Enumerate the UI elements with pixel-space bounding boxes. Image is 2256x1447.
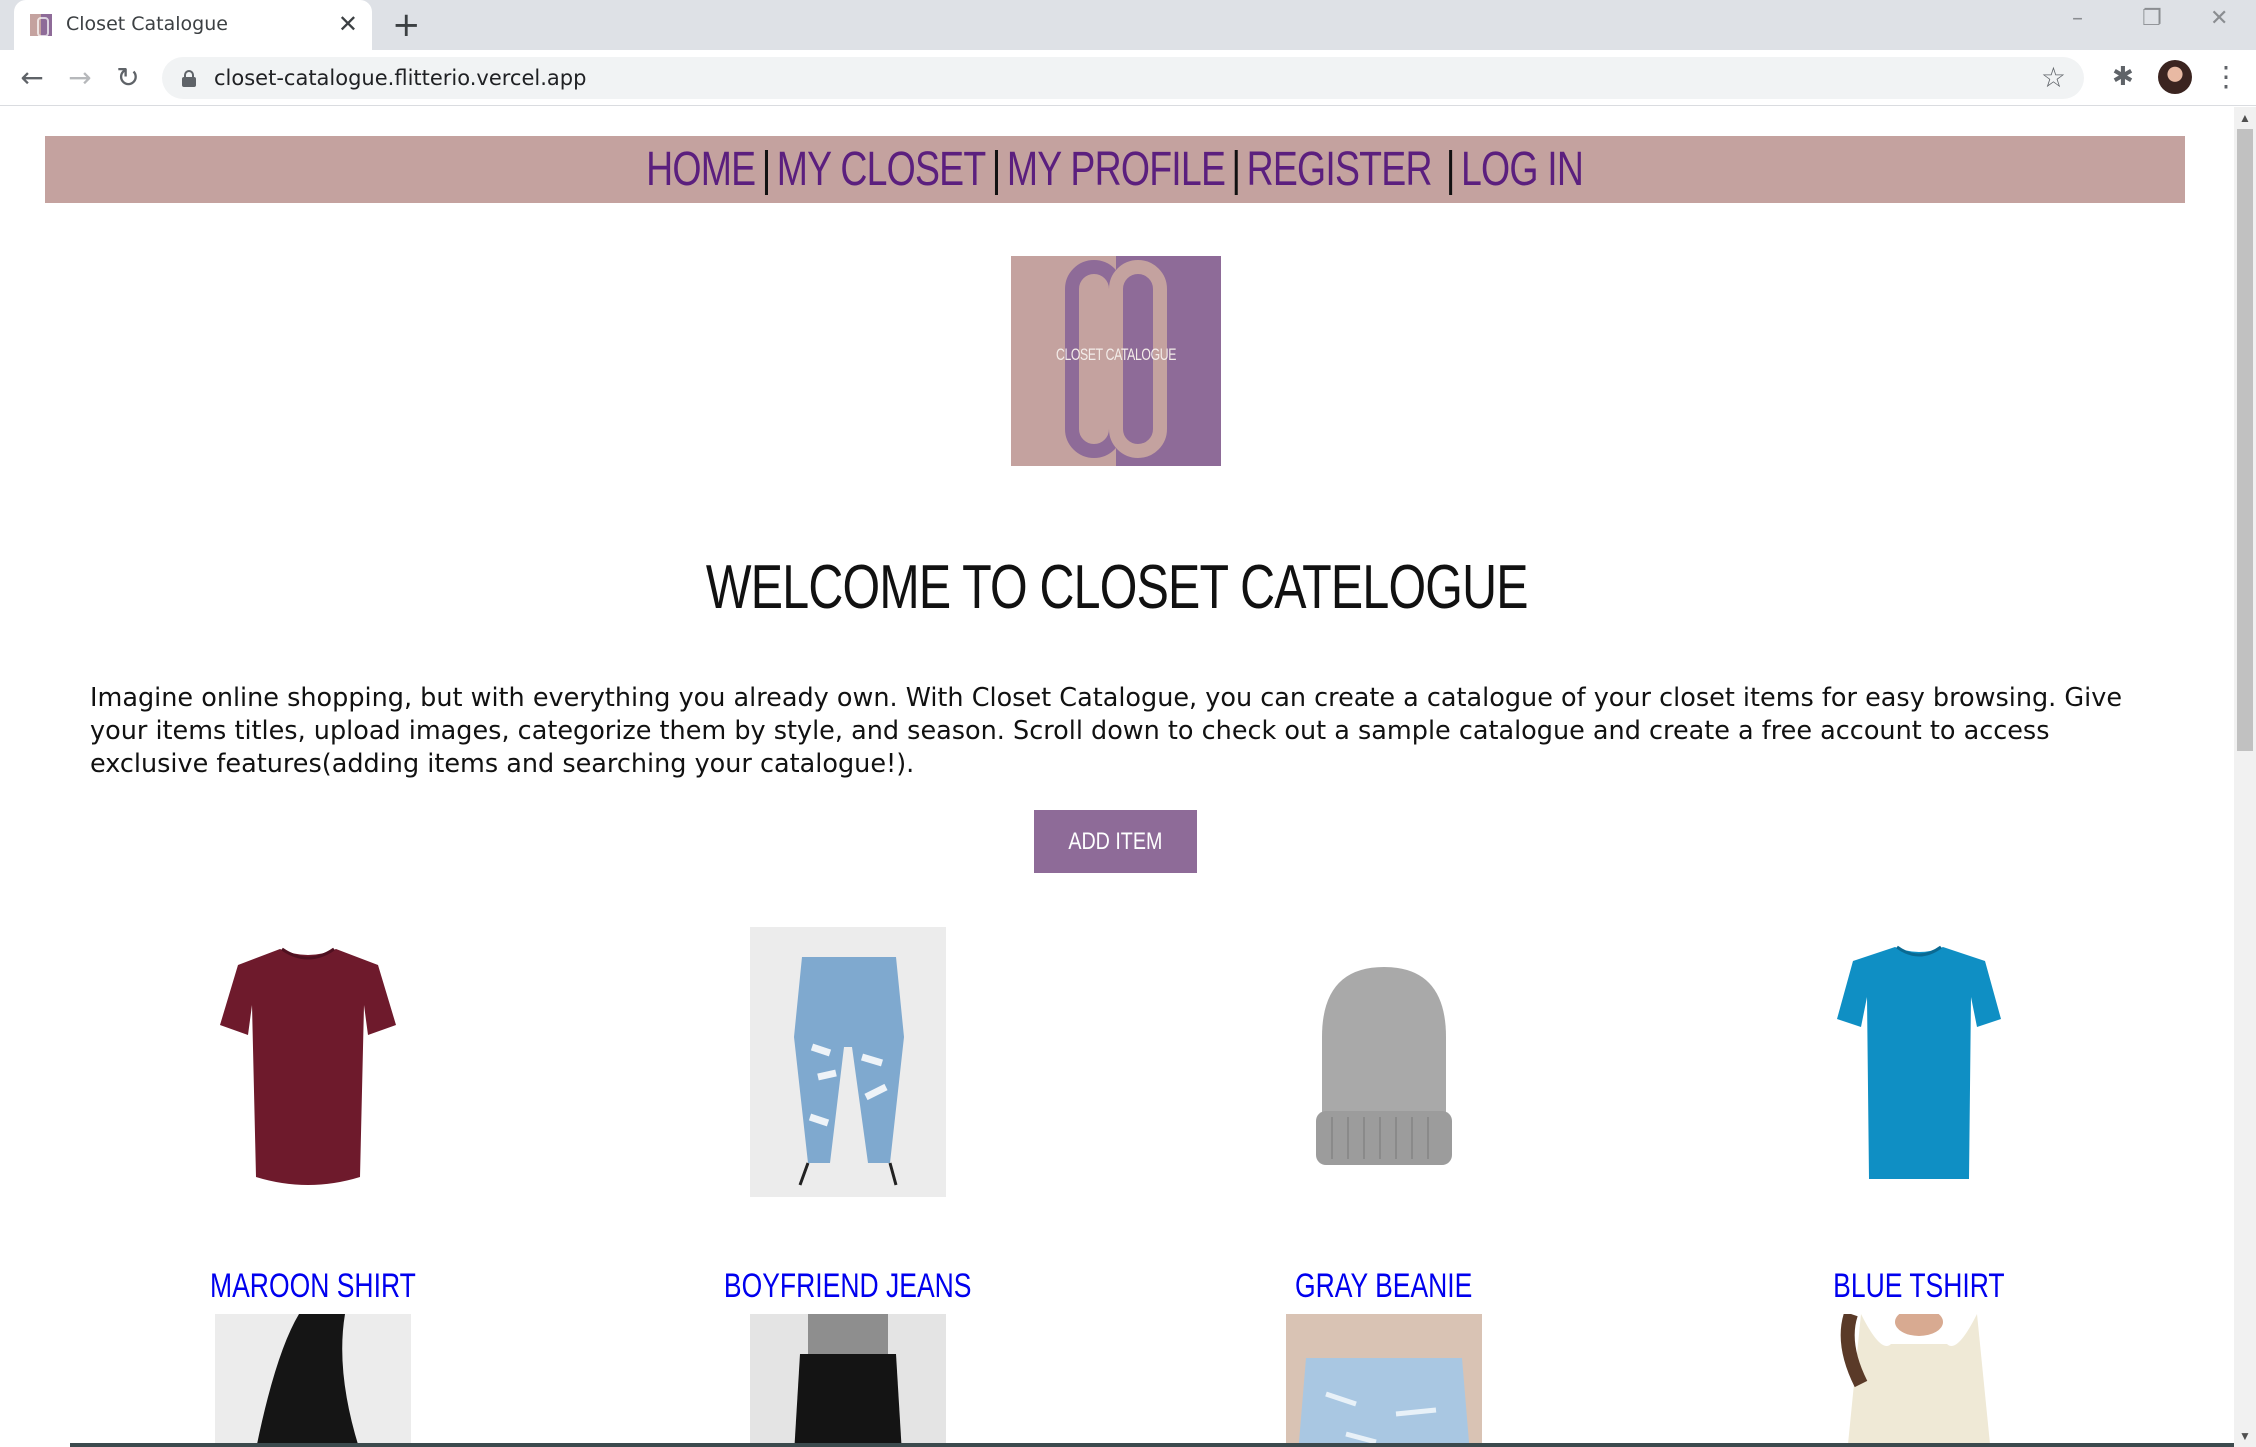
item-title-link[interactable]: MAROON SHIRT <box>45 1267 581 1306</box>
nav-home[interactable]: HOME <box>646 143 756 196</box>
site-navbar: HOME | MY CLOSET | MY PROFILE | REGISTER | LOG I… <box>45 136 2185 203</box>
extensions-icon[interactable]: ✱ <box>2112 62 2134 92</box>
bookmark-star-icon[interactable]: ☆ <box>2041 61 2066 94</box>
window-close-icon[interactable]: ✕ <box>2210 6 2228 31</box>
page-viewport: HOME | MY CLOSET | MY PROFILE | REGISTER | LOG I… <box>0 107 2234 1447</box>
browser-tabstrip: Closet Catalogue ✕ + – ❐ ✕ <box>0 0 2256 50</box>
tab-title: Closet Catalogue <box>66 13 228 35</box>
item-title-link[interactable]: BLUE TSHIRT <box>1651 1267 2187 1306</box>
page-scrollbar[interactable]: ▲ ▼ <box>2234 107 2256 1447</box>
browser-menu-icon[interactable]: ⋮ <box>2212 60 2240 93</box>
bottom-divider <box>70 1443 2234 1447</box>
lock-icon <box>182 70 196 87</box>
tank-top-image[interactable] <box>1821 1314 2017 1447</box>
blue-tshirt-image[interactable] <box>1821 927 2017 1197</box>
maroon-shirt-image[interactable] <box>210 927 406 1197</box>
address-bar[interactable]: closet-catalogue.flitterio.vercel.app ☆ <box>162 57 2084 99</box>
denim-shorts-image[interactable] <box>1286 1314 1482 1447</box>
scroll-up-icon[interactable]: ▲ <box>2239 111 2251 125</box>
favicon-icon <box>30 14 52 37</box>
nav-separator: | <box>761 143 772 196</box>
page-title: WELCOME TO CLOSET CATELOGUE <box>706 553 1529 622</box>
profile-avatar[interactable] <box>2158 60 2192 94</box>
add-item-button[interactable]: ADD ITEM <box>1034 810 1197 873</box>
item-title-link[interactable]: GRAY BEANIE <box>1116 1267 1652 1306</box>
nav-separator: | <box>992 143 1002 196</box>
gray-beanie-image[interactable] <box>1286 927 1482 1197</box>
scrollbar-thumb[interactable] <box>2237 129 2253 751</box>
leggings-image[interactable] <box>215 1314 411 1447</box>
nav-my-closet[interactable]: MY CLOSET <box>777 143 986 196</box>
close-tab-icon[interactable]: ✕ <box>338 11 358 37</box>
browser-tab[interactable]: Closet Catalogue ✕ <box>14 0 372 50</box>
reload-icon[interactable]: ↻ <box>110 60 146 96</box>
scroll-down-icon[interactable]: ▼ <box>2239 1429 2251 1443</box>
restore-icon[interactable]: ❐ <box>2142 6 2162 31</box>
boyfriend-jeans-image[interactable] <box>750 927 946 1197</box>
black-jeans-image[interactable] <box>750 1314 946 1447</box>
nav-separator: | <box>1446 143 1456 196</box>
logo-text: CLOSET CATALOGUE <box>1055 345 1177 364</box>
site-logo: CLOSET CATALOGUE <box>1011 256 1221 466</box>
intro-paragraph: Imagine online shopping, but with everyt… <box>90 683 2123 779</box>
nav-my-profile[interactable]: MY PROFILE <box>1007 143 1226 196</box>
nav-separator: | <box>1231 143 1242 196</box>
url-text[interactable]: closet-catalogue.flitterio.vercel.app <box>214 66 586 90</box>
nav-log-in[interactable]: LOG IN <box>1461 143 1584 196</box>
forward-icon[interactable]: → <box>62 60 98 96</box>
new-tab-icon[interactable]: + <box>392 7 421 43</box>
nav-register[interactable]: REGISTER <box>1247 143 1433 196</box>
browser-toolbar: ← → ↻ closet-catalogue.flitterio.vercel.… <box>0 50 2256 106</box>
minimize-icon[interactable]: – <box>2072 6 2083 31</box>
back-icon[interactable]: ← <box>14 60 50 96</box>
item-title-link[interactable]: BOYFRIEND JEANS <box>580 1267 1116 1306</box>
